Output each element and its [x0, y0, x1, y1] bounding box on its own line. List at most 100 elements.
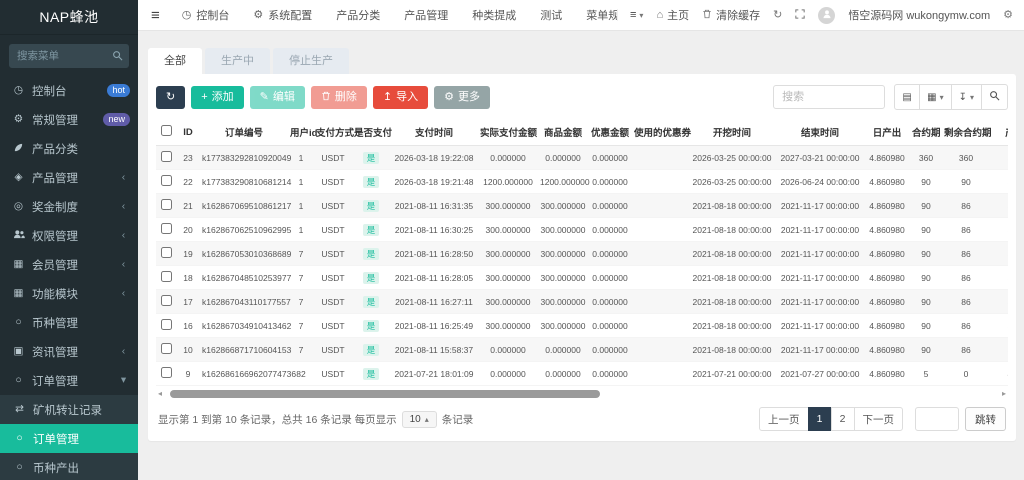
search-button[interactable]: [982, 84, 1008, 110]
sidebar-item-currency[interactable]: ○ 币种管理: [0, 308, 138, 337]
column-header-1[interactable]: 订单编号: [200, 119, 288, 146]
column-header-8[interactable]: 优惠金额: [588, 119, 632, 146]
table-cell: 是: [352, 241, 390, 266]
column-header-6[interactable]: 实际支付金额: [478, 119, 538, 146]
column-header-9[interactable]: 使用的优惠券: [632, 119, 691, 146]
row-checkbox[interactable]: [160, 367, 172, 378]
sidebar-item-module[interactable]: ▦ 功能模块 ‹: [0, 279, 138, 308]
sidebar-item-dashboard[interactable]: ◷ 控制台 hot: [0, 76, 138, 105]
column-header-7[interactable]: 商品金额: [538, 119, 588, 146]
page-button-1[interactable]: 1: [807, 407, 832, 431]
column-header-0[interactable]: ID: [176, 119, 200, 146]
import-button[interactable]: ↥ 导入: [372, 85, 429, 109]
settings-gear-icon[interactable]: ⚙: [1003, 9, 1013, 21]
column-header-3[interactable]: 支付方式: [314, 119, 354, 146]
username[interactable]: 悟空源码网 wukongymw.com: [848, 7, 990, 23]
row-checkbox[interactable]: [160, 295, 172, 306]
next-page-button[interactable]: 下一页: [853, 407, 903, 431]
row-checkbox[interactable]: [160, 223, 172, 234]
column-header-12[interactable]: 日产出: [864, 119, 910, 146]
sidebar-item-order[interactable]: ○ 订单管理 ▾: [0, 366, 138, 395]
column-header-13[interactable]: 合约期: [910, 119, 942, 146]
table-search-input[interactable]: [773, 85, 886, 109]
topnav-item-category-commission[interactable]: 种类提成: [460, 7, 528, 23]
sidebar-item-news[interactable]: ▣ 资讯管理 ‹: [0, 337, 138, 366]
page-size-select[interactable]: 10 ▴: [401, 410, 437, 428]
fullscreen-icon[interactable]: [795, 8, 805, 22]
edit-button[interactable]: ✎ 编辑: [249, 85, 305, 109]
column-header-11[interactable]: 结束时间: [776, 119, 864, 146]
table-cell: 300.000000: [538, 289, 588, 314]
table-cell: 0.000000: [588, 313, 632, 338]
scroll-right-arrow[interactable]: ▸: [1000, 389, 1008, 398]
row-checkbox[interactable]: [160, 271, 172, 282]
row-checkbox[interactable]: [160, 175, 172, 186]
columns-icon: ▦: [927, 91, 937, 103]
clear-cache-link[interactable]: 清除缓存: [702, 7, 760, 23]
clear-cache-label: 清除缓存: [716, 10, 761, 22]
trash-icon: [702, 9, 712, 22]
table-cell: 是: [352, 313, 390, 338]
sidebar-item-product-category[interactable]: 产品分类: [0, 134, 138, 163]
table-cell: 2021-08-11 16:28:05: [390, 265, 478, 290]
refresh-button[interactable]: ↻: [156, 85, 186, 109]
row-checkbox[interactable]: [160, 247, 172, 258]
table-cell: 0.000000: [588, 193, 632, 218]
row-checkbox[interactable]: [160, 199, 172, 210]
sidebar-item-permission[interactable]: 权限管理 ‹: [0, 221, 138, 250]
menu-dropdown-button[interactable]: ≡ ▾: [617, 9, 643, 21]
sidebar-item-coin-output[interactable]: ○ 币种产出: [0, 453, 138, 480]
table-cell: 4.860980: [864, 169, 910, 194]
columns-button[interactable]: ▦ ▾: [920, 84, 952, 110]
topnav-item-dashboard[interactable]: ◷ 控制台: [170, 7, 242, 23]
column-header-14[interactable]: 剩余合约期: [942, 119, 992, 146]
sidebar-item-order-management[interactable]: ○ 订单管理: [0, 424, 138, 453]
toggle-pagination-button[interactable]: ▤: [894, 84, 921, 110]
jump-button[interactable]: 跳转: [965, 407, 1006, 431]
chevron-down-icon: ▾: [120, 374, 127, 387]
scrollbar-thumb[interactable]: [170, 389, 600, 398]
prev-page-button[interactable]: 上一页: [759, 407, 809, 431]
sidebar-item-bonus-system[interactable]: ◎ 奖金制度 ‹: [0, 192, 138, 221]
sidebar-search-input[interactable]: [9, 44, 129, 68]
column-header-4[interactable]: 是否支付: [352, 119, 392, 146]
column-header-5[interactable]: 支付时间: [390, 119, 478, 146]
tab-stopped[interactable]: 停止生产: [273, 48, 349, 74]
search-icon[interactable]: [112, 50, 123, 65]
sidebar-item-product-management[interactable]: ◈ 产品管理 ‹: [0, 163, 138, 192]
row-checkbox[interactable]: [160, 151, 172, 162]
table-cell: 360: [942, 145, 990, 170]
topnav-item-product-category[interactable]: 产品分类: [324, 7, 392, 23]
tab-producing[interactable]: 生产中: [205, 48, 270, 74]
topnav-item-menu-rules[interactable]: 菜单规则: [574, 7, 617, 23]
topnav-item-system-config[interactable]: ⚙ 系统配置: [241, 7, 324, 23]
hamburger-icon[interactable]: ≡: [151, 8, 160, 23]
topnav-item-test[interactable]: 测试: [528, 7, 574, 23]
table-cell: 2026-03-25 00:00:00: [688, 145, 776, 170]
add-button[interactable]: + 添加: [191, 85, 244, 109]
jump-page-input[interactable]: [915, 407, 959, 431]
row-checkbox[interactable]: [160, 343, 172, 354]
select-all-checkbox[interactable]: [160, 125, 172, 136]
tab-all[interactable]: 全部: [148, 48, 202, 74]
page-button-2[interactable]: 2: [830, 407, 855, 431]
row-checkbox[interactable]: [160, 319, 172, 330]
delete-button[interactable]: 删除: [310, 85, 367, 109]
column-header-2[interactable]: 用户id: [288, 119, 317, 146]
topnav-item-product-management[interactable]: 产品管理: [392, 7, 460, 23]
export-button[interactable]: ↧ ▾: [951, 84, 982, 110]
table-cell: 2021-07-21 18:01:09: [390, 361, 478, 386]
table-cell: 300.000000: [478, 289, 538, 314]
more-button[interactable]: ⚙ 更多: [434, 85, 490, 109]
scroll-left-arrow[interactable]: ◂: [156, 389, 164, 398]
column-header-10[interactable]: 开挖时间: [688, 119, 776, 146]
home-link[interactable]: ⌂ 主页: [656, 7, 689, 23]
scrollbar-track[interactable]: [164, 389, 1000, 398]
sidebar-item-miner-transfer-record[interactable]: ⇄ 矿机转让记录: [0, 395, 138, 424]
sidebar-item-general[interactable]: ⚙ 常规管理 new: [0, 105, 138, 134]
avatar[interactable]: [818, 6, 836, 24]
sidebar-item-member[interactable]: ▦ 会员管理 ‹: [0, 250, 138, 279]
table-cell: [632, 361, 688, 386]
column-header-15[interactable]: 产: [990, 119, 1008, 146]
refresh-icon[interactable]: ↻: [773, 9, 782, 21]
